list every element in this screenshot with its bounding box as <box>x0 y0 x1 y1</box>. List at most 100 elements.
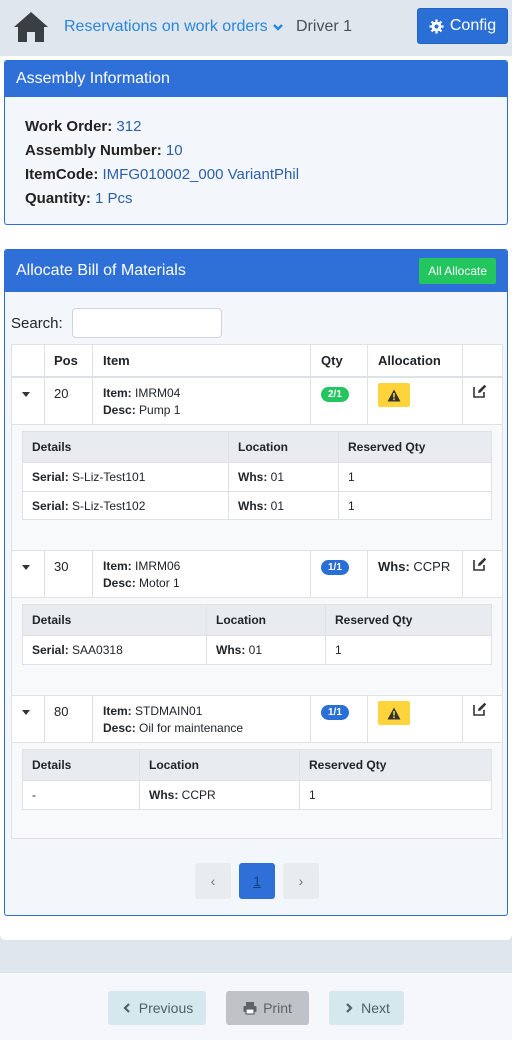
expand-toggle[interactable] <box>12 378 45 424</box>
item-desc: Oil for maintenance <box>139 721 244 735</box>
item-label: Item: <box>103 559 132 573</box>
pager-next-button[interactable]: › <box>283 863 319 899</box>
col-header-pos: Pos <box>45 345 93 376</box>
search-input[interactable] <box>71 308 222 338</box>
whs-label: Whs: <box>238 499 268 513</box>
field-label: Quantity: <box>25 190 91 207</box>
warning-icon[interactable] <box>378 383 410 407</box>
caret-down-icon <box>22 710 30 715</box>
reserved-cell: 1 <box>309 788 316 802</box>
edit-icon[interactable] <box>473 557 487 571</box>
detail-cell: Serial: SAA0318 <box>23 636 207 664</box>
field-value: 312 <box>116 118 142 135</box>
item-code: STDMAIN01 <box>135 704 203 718</box>
gear-icon <box>429 18 444 34</box>
location-cell: Whs: CCPR <box>140 781 300 809</box>
whs-label: Whs: <box>378 559 410 574</box>
detail-col-header: Details <box>23 605 207 635</box>
table-row[interactable]: 20 Item: IMRM04 Desc: Pump 1 2/1 <box>12 377 502 425</box>
edit-icon[interactable] <box>473 702 487 716</box>
work-order-field: Work Order: 312 <box>25 115 487 139</box>
item-code: IMRM04 <box>135 386 181 400</box>
reserved-col-header: Reserved Qty <box>309 758 387 772</box>
col-header-item: Item <box>93 345 311 376</box>
previous-button[interactable]: Previous <box>108 991 206 1025</box>
detail-table: Details Location Reserved Qty Serial: SA… <box>22 604 492 665</box>
field-label: ItemCode: <box>25 166 99 183</box>
whs-value: CCPR <box>413 559 451 574</box>
config-button[interactable]: Config <box>417 8 508 44</box>
pos-cell: 20 <box>45 378 93 424</box>
print-label: Print <box>263 1000 292 1016</box>
detail-table: Details Location Reserved Qty - Whs: CCP… <box>22 749 492 810</box>
expand-toggle[interactable] <box>12 696 45 742</box>
pos-cell: 30 <box>45 551 93 597</box>
nav-title-dropdown[interactable]: Reservations on work orders <box>64 18 284 36</box>
bom-table: Pos Item Qty Allocation 20 Item: IMRM04 … <box>11 344 503 839</box>
detail-col-header: Details <box>23 750 140 780</box>
pager-prev-button[interactable]: ‹ <box>195 863 231 899</box>
caret-down-icon <box>22 565 30 570</box>
home-icon[interactable] <box>12 10 50 44</box>
table-row[interactable]: 80 Item: STDMAIN01 Desc: Oil for mainten… <box>12 695 502 743</box>
table-row[interactable]: 30 Item: IMRM06 Desc: Motor 1 1/1 Whs: C… <box>12 550 502 598</box>
item-cell: Item: IMRM04 Desc: Pump 1 <box>93 378 311 424</box>
location-cell: Whs: 01 <box>207 636 326 664</box>
detail-header-row: Details Location Reserved Qty <box>23 605 491 635</box>
desc-label: Desc: <box>103 403 136 417</box>
reserved-cell: 1 <box>348 470 355 484</box>
all-allocate-button[interactable]: All Allocate <box>419 258 496 284</box>
detail-cell: - <box>23 781 140 809</box>
expand-toggle[interactable] <box>12 551 45 597</box>
whs-value: 01 <box>270 499 285 513</box>
whs-value: CCPR <box>181 788 216 802</box>
detail-row: Serial: S-Liz-Test102 Whs: 01 1 <box>23 491 491 520</box>
qty-cell: 2/1 <box>311 378 368 424</box>
detail-row: Serial: SAA0318 Whs: 01 1 <box>23 635 491 664</box>
qty-cell: 1/1 <box>311 696 368 742</box>
serial-value: - <box>32 788 36 802</box>
detail-cell: Serial: S-Liz-Test101 <box>23 463 229 491</box>
chevron-left-icon <box>123 1003 130 1013</box>
desc-label: Desc: <box>103 576 136 590</box>
qty-cell: 1/1 <box>311 551 368 597</box>
serial-value: S-Liz-Test102 <box>72 499 146 513</box>
print-button[interactable]: Print <box>226 991 309 1025</box>
table-header-row: Pos Item Qty Allocation <box>12 345 502 377</box>
qty-badge: 1/1 <box>321 705 349 720</box>
detail-cell: Serial: S-Liz-Test102 <box>23 492 229 520</box>
item-cell: Item: STDMAIN01 Desc: Oil for maintenanc… <box>93 696 311 742</box>
quantity-field: Quantity: 1 Pcs <box>25 187 487 211</box>
assembly-number-field: Assembly Number: 10 <box>25 139 487 163</box>
item-desc: Motor 1 <box>139 576 180 590</box>
edit-col-header <box>463 345 502 376</box>
location-cell: Whs: 01 <box>229 463 339 491</box>
print-icon <box>243 1002 257 1015</box>
edit-icon[interactable] <box>473 384 487 398</box>
col-header-allocation: Allocation <box>368 345 463 376</box>
assembly-info-header: Assembly Information <box>5 61 507 97</box>
edit-cell <box>463 696 502 742</box>
serial-label: Serial: <box>32 643 69 657</box>
whs-label: Whs: <box>216 643 246 657</box>
location-cell: Whs: 01 <box>229 492 339 520</box>
allocation-cell <box>368 696 463 742</box>
previous-label: Previous <box>138 1000 194 1016</box>
search-row: Search: <box>11 308 222 338</box>
search-label: Search: <box>11 314 63 332</box>
next-button[interactable]: Next <box>329 991 404 1025</box>
detail-row: Serial: S-Liz-Test101 Whs: 01 1 <box>23 462 491 491</box>
qty-badge: 1/1 <box>321 560 349 575</box>
bom-header: Allocate Bill of Materials All Allocate <box>5 250 507 292</box>
reserved-col-header: Reserved Qty <box>335 613 413 627</box>
allocation-cell <box>368 378 463 424</box>
location-col-header: Location <box>140 750 300 780</box>
pager-page-button[interactable]: 1 <box>239 863 275 899</box>
warning-icon[interactable] <box>378 701 410 725</box>
reserved-cell: 1 <box>348 499 355 513</box>
detail-header-row: Details Location Reserved Qty <box>23 432 491 462</box>
nav-user: Driver 1 <box>296 18 353 35</box>
detail-table: Details Location Reserved Qty Serial: S-… <box>22 431 492 520</box>
serial-label: Serial: <box>32 499 69 513</box>
top-bar: Reservations on work orders Driver 1 Con… <box>0 0 512 56</box>
